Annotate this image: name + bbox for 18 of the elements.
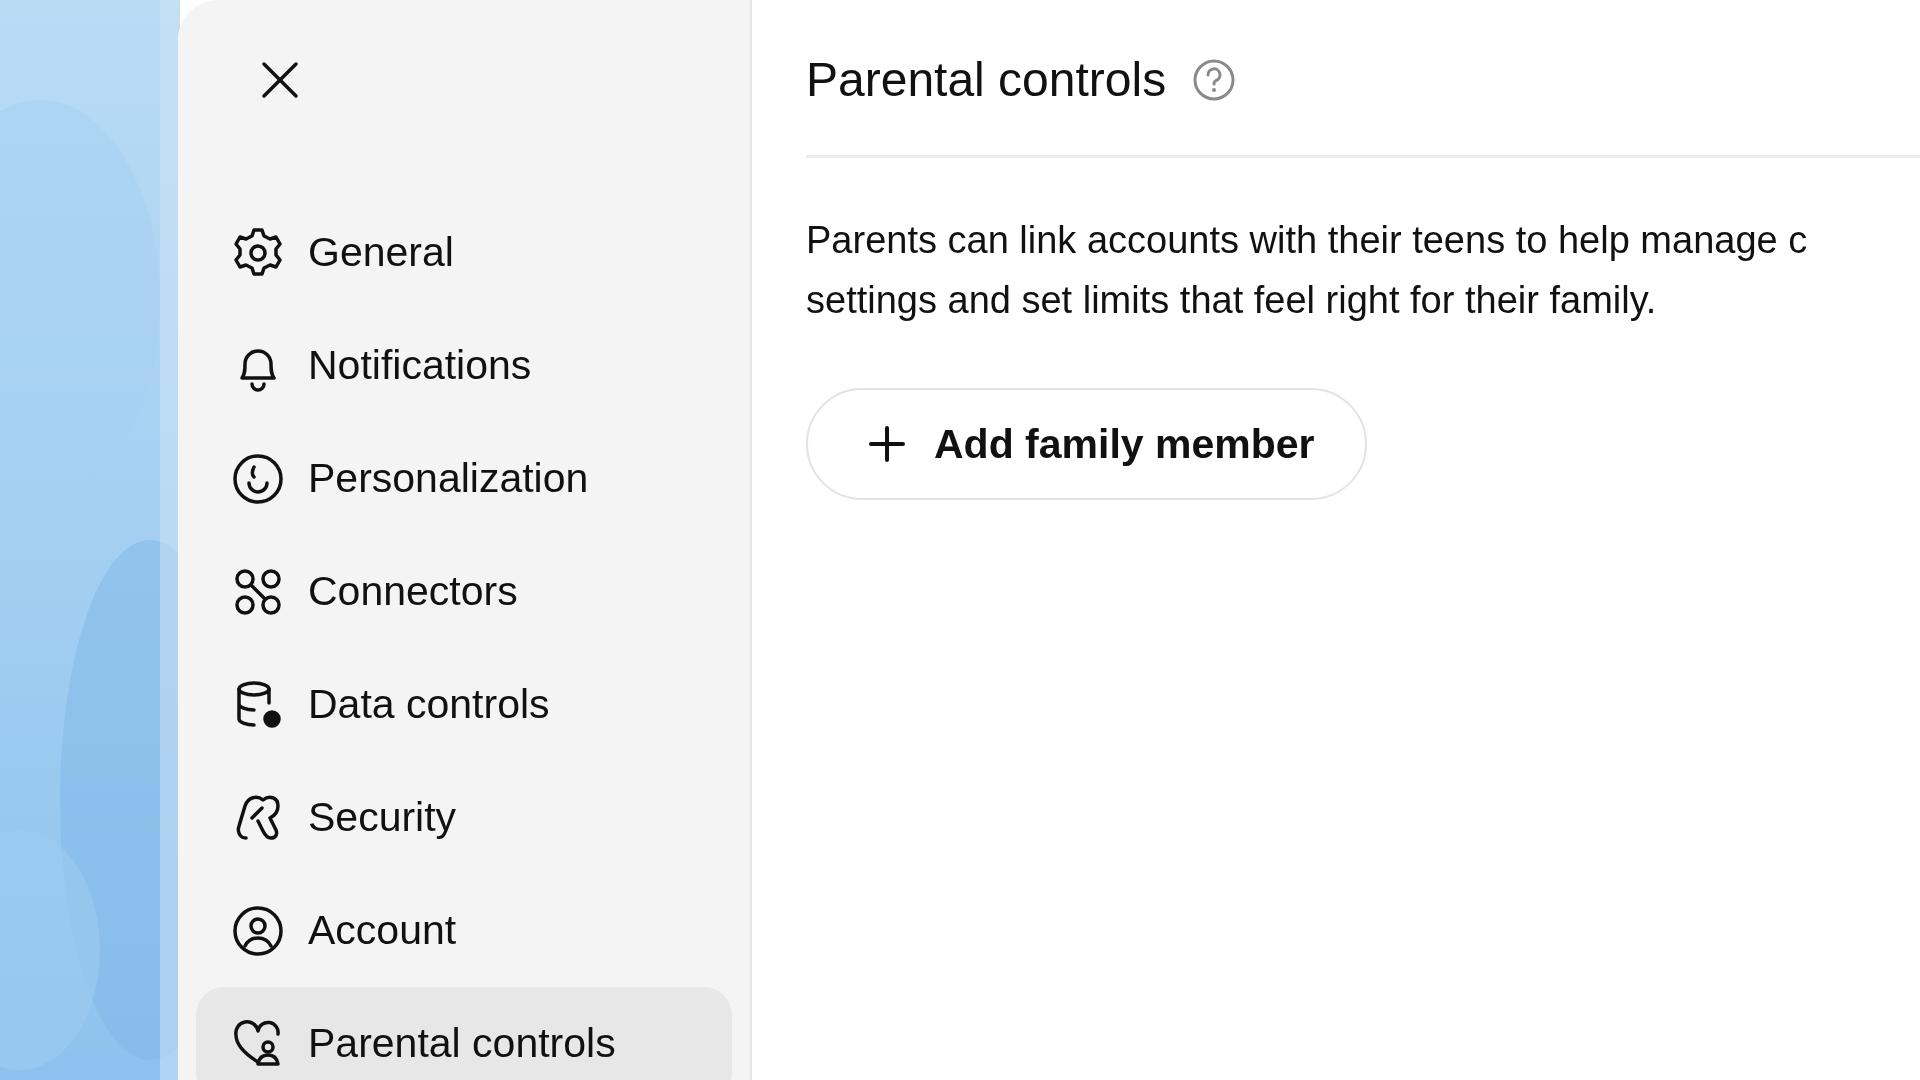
description: Parents can link accounts with their teens to help manage c settings and set limits that feel right for their family. xyxy=(806,218,1809,323)
sidebar-item[interactable]: Account xyxy=(196,874,732,987)
close-button[interactable] xyxy=(260,60,300,100)
sidebar-item[interactable]: Connectors xyxy=(196,535,732,648)
close-icon xyxy=(260,60,300,100)
gear-icon xyxy=(232,226,284,279)
sidebar-item[interactable]: Data controls xyxy=(196,648,732,761)
sidebar-item[interactable]: General xyxy=(196,196,732,309)
plus-icon xyxy=(868,425,906,463)
add-family-member-button[interactable]: Add family member xyxy=(806,388,1367,500)
sidebar-item[interactable]: Security xyxy=(196,761,732,874)
sidebar-item[interactable]: Parental controls xyxy=(196,987,732,1080)
page-title: Parental controls xyxy=(806,52,1167,107)
help-icon[interactable] xyxy=(1192,57,1237,102)
sidebar-item[interactable]: Notifications xyxy=(196,309,732,422)
account-icon xyxy=(232,904,284,957)
sidebar-item[interactable]: Personalization xyxy=(196,422,732,535)
smile-icon xyxy=(232,452,284,505)
